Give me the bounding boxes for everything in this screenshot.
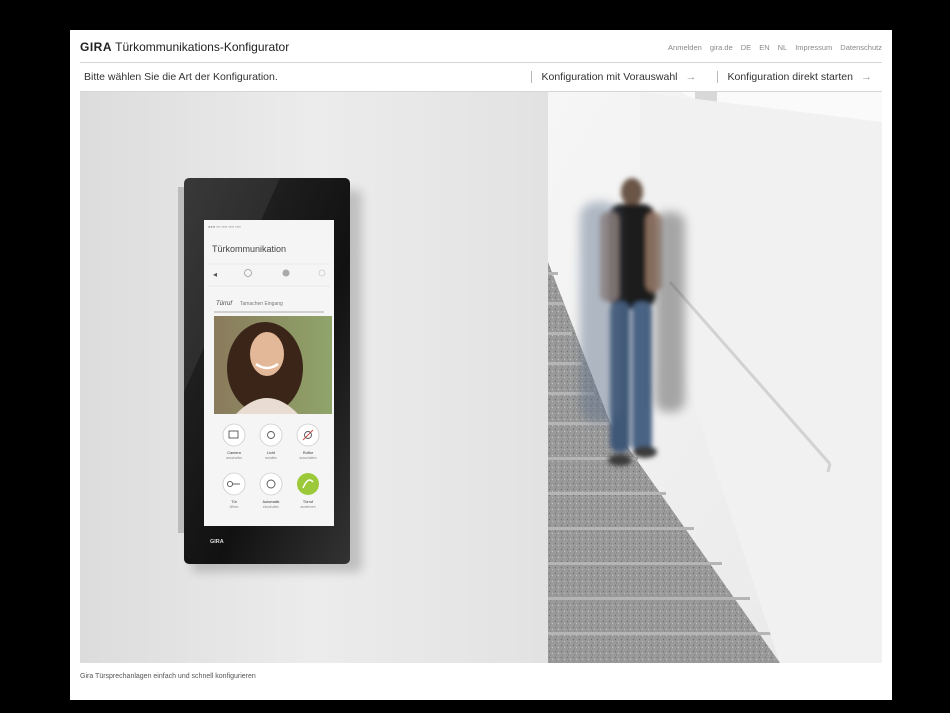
config-direct-label: Konfiguration direkt starten [727,71,854,83]
device-door-label: Türruf [216,301,233,307]
svg-text:◂: ◂ [213,270,217,279]
nav-lang-en[interactable]: EN [759,43,769,52]
divider [716,71,718,83]
svg-text:Ruftor: Ruftor [303,451,314,455]
svg-text:umschalten: umschalten [226,456,243,460]
arrow-right-icon: → [861,71,872,83]
device-door-sub: Tamachen Eingang [240,301,283,307]
svg-text:Licht: Licht [267,451,276,455]
config-preselection-label: Konfiguration mit Vorauswahl [541,71,678,83]
app-title-text: Türkommunikations-Konfigurator [115,40,290,54]
arrow-right-icon: → [685,71,697,83]
svg-text:●●● ▪▪▪ ▪▪▪▪ ▪▪▪▪ ▪▪▪▪: ●●● ▪▪▪ ▪▪▪▪ ▪▪▪▪ ▪▪▪▪ [208,224,242,229]
content-area: GIRA Türkommunikations-Konfigurator Anme… [70,30,892,700]
nav-login[interactable]: Anmelden [668,43,702,52]
svg-text:ausschalten: ausschalten [299,456,316,460]
svg-text:öffnen: öffnen [230,505,239,509]
gira-intercom-device: ●●● ▪▪▪ ▪▪▪▪ ▪▪▪▪ ▪▪▪▪ Türkommunikation … [178,178,350,564]
top-nav: Anmelden gira.de DE EN NL Impressum Date… [668,43,882,52]
divider [530,71,532,83]
svg-text:schalten: schalten [265,456,277,460]
svg-text:Camera: Camera [227,451,241,455]
footer-caption: Gira Türsprechanlagen einfach und schnel… [80,673,256,680]
device-screen-title: Türkommunikation [212,244,286,254]
svg-text:Türruf: Türruf [303,500,314,504]
config-bar: Bitte wählen Sie die Art der Konfigurati… [80,62,882,92]
nav-imprint[interactable]: Impressum [795,43,832,52]
hero-illustration: ●●● ▪▪▪ ▪▪▪▪ ▪▪▪▪ ▪▪▪▪ Türkommunikation … [80,92,882,663]
svg-text:einschalten: einschalten [263,505,279,509]
top-bar: GIRA Türkommunikations-Konfigurator Anme… [80,38,882,56]
svg-text:annehmen: annehmen [300,505,315,509]
svg-text:Automatik: Automatik [263,500,280,504]
nav-lang-nl[interactable]: NL [778,43,788,52]
svg-text:Tür: Tür [231,500,237,504]
config-direct-button[interactable]: Konfiguration direkt starten → [707,71,883,83]
brand-logo: GIRA [80,40,112,54]
app-title[interactable]: GIRA Türkommunikations-Konfigurator [80,40,289,54]
device-logo: GIRA [210,539,224,545]
config-prompt: Bitte wählen Sie die Art der Konfigurati… [84,71,278,83]
nav-privacy[interactable]: Datenschutz [840,43,882,52]
nav-lang-de[interactable]: DE [741,43,751,52]
hero-image: ●●● ▪▪▪ ▪▪▪▪ ▪▪▪▪ ▪▪▪▪ Türkommunikation … [80,92,882,663]
config-preselection-button[interactable]: Konfiguration mit Vorauswahl → [521,71,707,83]
page: GIRA Türkommunikations-Konfigurator Anme… [0,0,950,713]
nav-gira-de[interactable]: gira.de [710,43,733,52]
